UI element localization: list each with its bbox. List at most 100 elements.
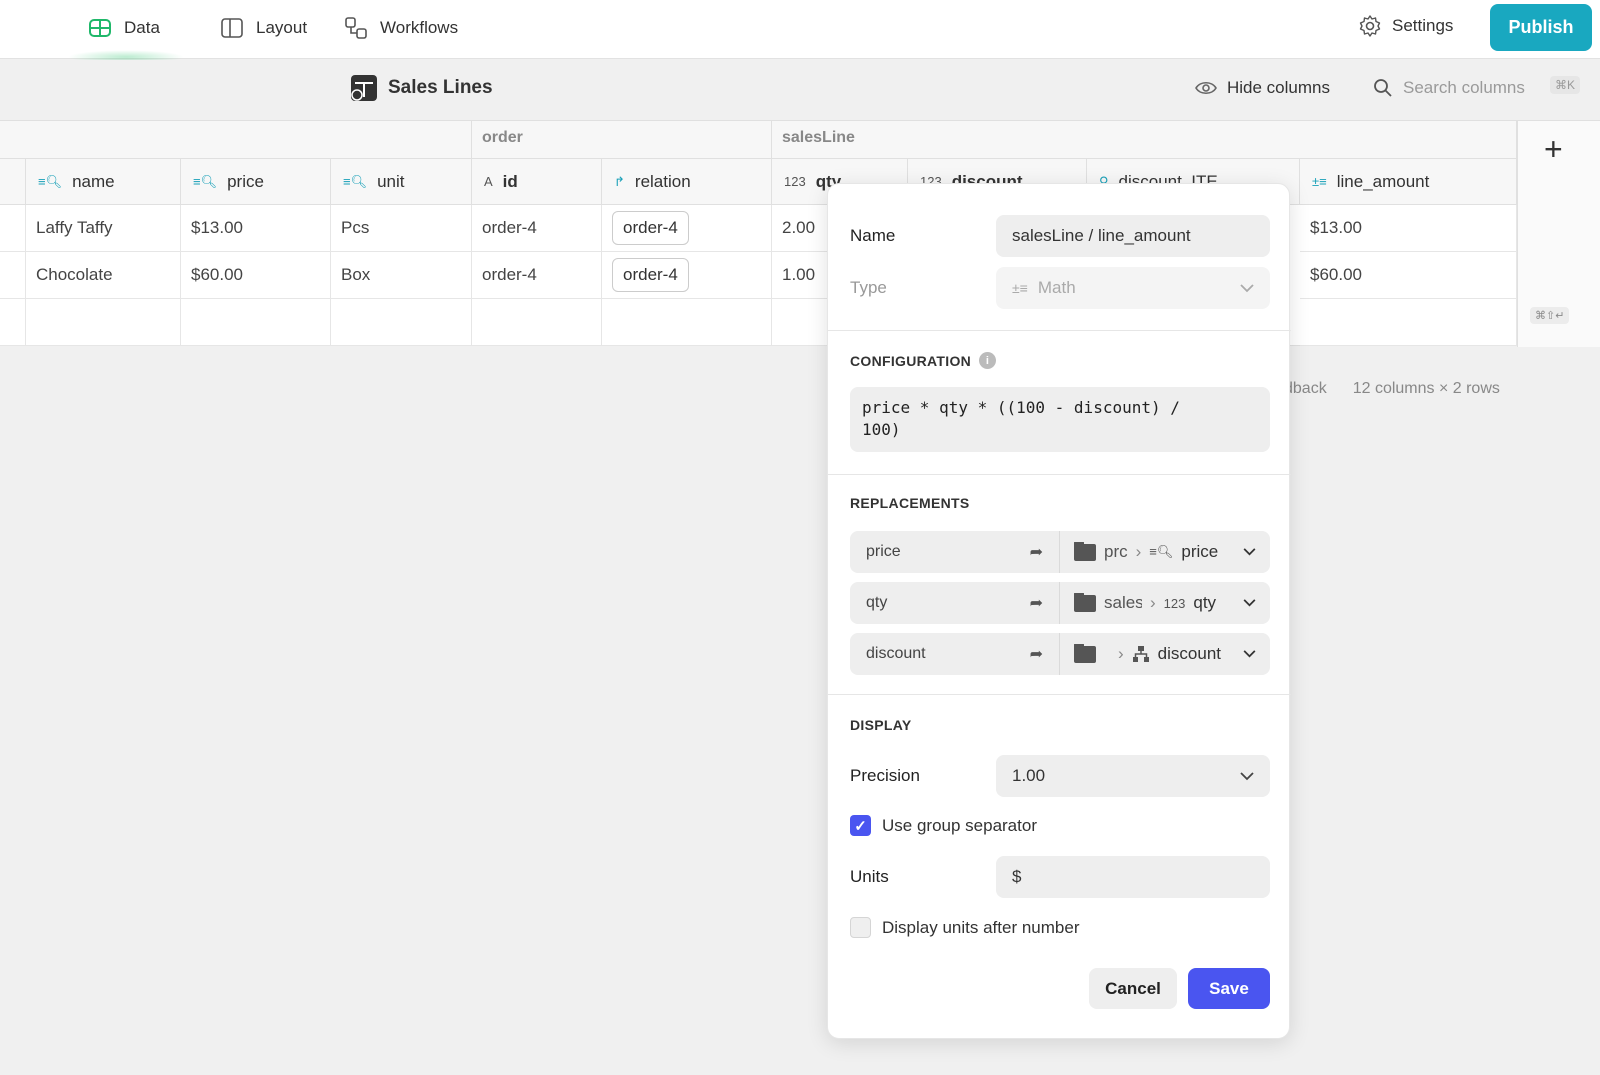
new-row-cell[interactable] xyxy=(181,299,331,346)
group-header-order[interactable]: order xyxy=(472,121,772,159)
column-header-unit[interactable]: ≡🔍︎ unit xyxy=(331,159,472,205)
cell-price[interactable]: $60.00 xyxy=(181,252,331,299)
units-after-checkbox[interactable] xyxy=(850,917,871,938)
cell-id[interactable]: order-4 xyxy=(472,205,602,252)
new-row-cell[interactable] xyxy=(26,299,181,346)
table-title: Sales Lines xyxy=(350,74,493,102)
replacement-variable: qty ➦ xyxy=(850,582,1060,624)
replacement-var-label: price xyxy=(866,543,901,560)
table-toolbar: Sales Lines Hide columns Search columns … xyxy=(0,60,1600,120)
cell-name[interactable]: Chocolate xyxy=(26,252,181,299)
type-value: Math xyxy=(1037,278,1076,297)
new-row-cell[interactable] xyxy=(331,299,472,346)
new-row-marker[interactable] xyxy=(0,299,26,346)
chevron-down-icon xyxy=(1243,599,1256,607)
cell-relation[interactable]: order-4 xyxy=(602,252,772,299)
precision-select[interactable]: 1.00 xyxy=(996,755,1270,797)
nav-layout-tab[interactable]: Layout xyxy=(220,14,307,42)
table-summary: 12 columns × 2 rows xyxy=(1352,380,1500,397)
chevron-down-icon xyxy=(1243,650,1256,658)
table-title-text: Sales Lines xyxy=(388,77,493,98)
units-input[interactable]: $ xyxy=(996,856,1270,898)
cell-line-amount[interactable]: $13.00 xyxy=(1300,205,1517,252)
cell-unit[interactable]: Box xyxy=(331,252,472,299)
chevron-right-icon: › xyxy=(1150,593,1156,612)
add-column-plus-icon[interactable]: + xyxy=(1544,131,1563,168)
top-navigation: Data Layout Workflows Settings Publish xyxy=(0,0,1600,64)
lookup-icon: ≡🔍︎ xyxy=(38,173,63,189)
add-column-area: + ⌘⇧↵ xyxy=(1517,121,1600,347)
replacement-target-select[interactable]: prc › ≡🔍︎ price xyxy=(1060,542,1270,562)
share-arrow-icon: ➦ xyxy=(1029,595,1043,612)
search-columns-input[interactable]: Search columns xyxy=(1373,78,1525,98)
cell-line-amount[interactable]: $60.00 xyxy=(1300,252,1517,299)
row-marker[interactable] xyxy=(0,252,26,299)
units-label: Units xyxy=(850,867,889,886)
relation-chip[interactable]: order-4 xyxy=(612,258,689,292)
name-label: Name xyxy=(850,226,896,245)
column-header-line-amount[interactable]: ±≡ line_amount xyxy=(1300,159,1517,205)
column-editor-popover: Name salesLine / line_amount Type ±≡ Mat… xyxy=(827,183,1291,1039)
cell-price[interactable]: $13.00 xyxy=(181,205,331,252)
formula-editor[interactable]: price * qty * ((100 - discount) / 100) xyxy=(850,387,1270,452)
new-row-cell[interactable] xyxy=(472,299,602,346)
publish-button[interactable]: Publish xyxy=(1490,4,1592,51)
tree-icon xyxy=(1132,646,1149,662)
hide-columns-button[interactable]: Hide columns xyxy=(1195,78,1330,98)
units-value: $ xyxy=(1012,867,1022,886)
column-id-label: id xyxy=(502,171,518,191)
search-icon xyxy=(1374,79,1392,97)
workflow-icon xyxy=(345,17,367,39)
breadcrumb-source: sales xyxy=(1104,593,1142,612)
cell-unit[interactable]: Pcs xyxy=(331,205,472,252)
settings-button[interactable]: Settings xyxy=(1358,14,1453,38)
save-button[interactable]: Save xyxy=(1188,968,1270,1009)
folder-icon xyxy=(1074,593,1096,612)
feedback-link[interactable]: dback xyxy=(1284,380,1327,398)
group-separator-label: Use group separator xyxy=(882,816,1037,835)
group-header-salesline[interactable]: salesLine xyxy=(772,121,1517,159)
row-marker[interactable] xyxy=(0,205,26,252)
nav-data-tab[interactable]: Data xyxy=(88,14,160,42)
chevron-down-icon xyxy=(1240,283,1254,292)
column-header-name[interactable]: ≡🔍︎ name xyxy=(26,159,181,205)
replacement-target-select[interactable]: sales › 123 qty xyxy=(1060,593,1270,613)
breadcrumb-source: prc xyxy=(1104,542,1128,561)
relation-chip[interactable]: order-4 xyxy=(612,211,689,245)
precision-label: Precision xyxy=(850,766,920,785)
column-name-input[interactable]: salesLine / line_amount xyxy=(996,215,1270,257)
configuration-heading: CONFIGURATION i xyxy=(850,352,997,369)
eye-icon xyxy=(1195,81,1217,95)
column-header-price[interactable]: ≡🔍︎ price xyxy=(181,159,331,205)
new-row-cell[interactable] xyxy=(602,299,772,346)
replacement-target-label: price xyxy=(1181,542,1219,561)
share-arrow-icon: ➦ xyxy=(1029,544,1043,561)
cell-relation[interactable]: order-4 xyxy=(602,205,772,252)
cell-name[interactable]: Laffy Taffy xyxy=(26,205,181,252)
column-header-id[interactable]: A id xyxy=(472,159,602,205)
divider xyxy=(828,694,1291,695)
layout-icon xyxy=(221,18,243,38)
replacement-target-select[interactable]: › discount xyxy=(1060,644,1270,664)
nav-workflows-tab[interactable]: Workflows xyxy=(344,14,458,42)
table-icon xyxy=(89,19,111,37)
cancel-button[interactable]: Cancel xyxy=(1089,968,1177,1009)
cell-id[interactable]: order-4 xyxy=(472,252,602,299)
relation-arrow-icon: ↱ xyxy=(614,173,625,189)
column-line-amount-label: line_amount xyxy=(1336,171,1430,191)
math-type-icon: ±≡ xyxy=(1012,280,1028,296)
column-price-label: price xyxy=(227,171,264,191)
replacement-var-label: discount xyxy=(866,645,926,662)
nav-workflows-label: Workflows xyxy=(380,18,459,37)
new-row-cell[interactable] xyxy=(1300,299,1517,346)
divider xyxy=(828,474,1291,475)
hide-columns-label: Hide columns xyxy=(1227,78,1330,97)
lookup-icon: ≡🔍︎ xyxy=(343,173,368,189)
info-icon[interactable]: i xyxy=(979,352,997,369)
precision-value: 1.00 xyxy=(1012,766,1046,785)
data-grid: order salesLine ≡🔍︎ name ≡🔍︎ price ≡🔍︎ u… xyxy=(0,120,1600,347)
row-marker-header xyxy=(0,159,26,205)
column-header-relation[interactable]: ↱ relation xyxy=(602,159,772,205)
group-separator-checkbox[interactable]: ✓ xyxy=(850,815,871,836)
search-placeholder: Search columns xyxy=(1403,78,1525,97)
